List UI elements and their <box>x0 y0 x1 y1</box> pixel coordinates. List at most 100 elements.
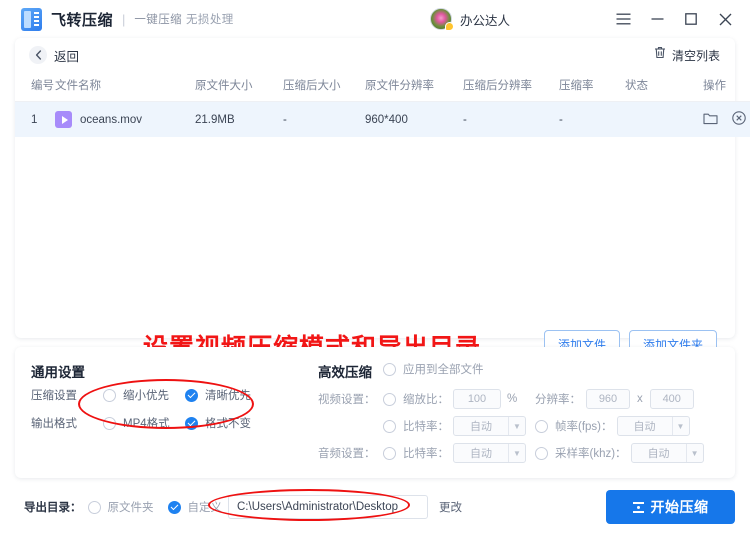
high-efficiency-title: 高效压缩 <box>318 365 372 380</box>
tagline-part-1: 一键压缩 <box>134 14 183 26</box>
option-clarity-first[interactable]: 清晰优先 <box>185 387 251 403</box>
col-filename: 文件名称 <box>55 72 195 102</box>
label-clarity-first: 清晰优先 <box>205 390 251 402</box>
minimize-icon[interactable] <box>640 0 674 38</box>
back-button[interactable]: 返回 <box>29 46 79 65</box>
table-row[interactable]: 1 oceans.mov 21.9MB - 960*400 - - <box>15 101 750 137</box>
option-scale[interactable]: 缩放比： <box>383 391 449 407</box>
general-settings-title: 通用设置 <box>31 365 85 380</box>
bottom-bar: 导出目录： 原文件夹 自定义 C:\Users\Administrator\De… <box>0 486 750 540</box>
resolution-row: 分辨率： 960 x 400 <box>535 389 694 409</box>
col-orig-size: 原文件大小 <box>195 72 283 102</box>
resolution-label: 分辨率： <box>535 394 581 406</box>
option-video-bitrate[interactable]: 比特率： <box>383 418 449 434</box>
radio-mp4[interactable] <box>103 416 116 430</box>
scale-input[interactable]: 100 <box>453 389 501 409</box>
close-icon[interactable] <box>708 0 742 38</box>
radio-framerate[interactable] <box>535 419 548 433</box>
chevron-down-icon: ▼ <box>508 417 525 435</box>
audio-settings-row: 音频设置： 比特率： 自动 ▼ <box>318 443 526 463</box>
remove-circle-icon[interactable] <box>732 111 746 128</box>
table-header-row: 编号 文件名称 原文件大小 压缩后大小 原文件分辨率 压缩后分辨率 压缩率 状态… <box>15 72 750 102</box>
option-samplerate[interactable]: 采样率(khz)： <box>535 445 627 461</box>
apply-all-option[interactable]: 应用到全部文件 <box>383 361 484 377</box>
cell-actions <box>703 101 750 137</box>
label-audio-bitrate: 比特率： <box>403 448 449 460</box>
option-mp4[interactable]: MP4格式 <box>103 415 185 431</box>
apply-all-row: 应用到全部文件 <box>383 361 484 377</box>
framerate-row: 帧率(fps)： 自动 ▼ <box>535 416 690 436</box>
radio-shrink-first[interactable] <box>103 388 116 402</box>
option-source-folder[interactable]: 原文件夹 <box>87 499 154 515</box>
user-area[interactable]: 办公达人 <box>430 0 510 38</box>
maximize-icon[interactable] <box>674 0 708 38</box>
label-shrink-first: 缩小优先 <box>123 390 169 402</box>
change-path-button[interactable]: 更改 <box>439 499 462 515</box>
option-custom-folder[interactable]: 自定义 <box>167 499 223 515</box>
label-mp4: MP4格式 <box>123 418 170 430</box>
cell-ratio: - <box>559 101 625 137</box>
video-file-icon <box>55 111 72 128</box>
audio-bitrate-select[interactable]: 自动 ▼ <box>453 443 526 463</box>
radio-video-bitrate[interactable] <box>383 419 396 433</box>
clear-list-button[interactable]: 清空列表 <box>654 46 720 64</box>
file-name-label: oceans.mov <box>80 113 143 126</box>
settings-card: 通用设置 高效压缩 应用到全部文件 压缩设置 缩小优先 清晰优先 输出格式 MP… <box>15 347 735 478</box>
col-comp-size: 压缩后大小 <box>283 72 365 102</box>
cell-filename: oceans.mov <box>55 101 195 137</box>
app-logo-icon <box>21 7 42 31</box>
framerate-select[interactable]: 自动 ▼ <box>616 416 690 436</box>
scale-unit: % <box>507 393 518 405</box>
label-scale: 缩放比： <box>403 394 449 406</box>
radio-apply-all[interactable] <box>383 362 396 376</box>
label-video-bitrate: 比特率： <box>403 421 449 433</box>
video-settings-label: 视频设置： <box>318 394 376 406</box>
resolution-separator: x <box>637 393 643 405</box>
resolution-width-input[interactable]: 960 <box>586 389 630 409</box>
col-actions: 操作 <box>703 72 750 102</box>
trash-icon <box>654 46 666 64</box>
cell-no: 1 <box>15 101 55 137</box>
cell-comp-res: - <box>463 101 559 137</box>
label-custom-folder: 自定义 <box>187 502 223 514</box>
option-audio-bitrate[interactable]: 比特率： <box>383 445 449 461</box>
cell-orig-res: 960*400 <box>365 101 463 137</box>
compression-setting-row: 压缩设置 缩小优先 清晰优先 <box>31 387 251 403</box>
radio-keep-format[interactable] <box>185 416 198 430</box>
file-table: 编号 文件名称 原文件大小 压缩后大小 原文件分辨率 压缩后分辨率 压缩率 状态… <box>15 72 750 137</box>
audio-bitrate-value: 自动 <box>470 448 492 460</box>
col-no: 编号 <box>15 72 55 102</box>
option-keep-format[interactable]: 格式不变 <box>185 415 251 431</box>
brand-divider: | <box>122 11 126 27</box>
video-bitrate-select[interactable]: 自动 ▼ <box>453 416 526 436</box>
export-dir-row: 导出目录： 原文件夹 自定义 C:\Users\Administrator\De… <box>24 495 462 519</box>
video-bitrate-value: 自动 <box>470 421 492 433</box>
label-framerate: 帧率(fps)： <box>555 421 613 433</box>
radio-clarity-first[interactable] <box>185 388 198 402</box>
radio-source-folder[interactable] <box>87 500 101 514</box>
resolution-height-input[interactable]: 400 <box>649 389 694 409</box>
col-comp-res: 压缩后分辨率 <box>463 72 559 102</box>
radio-scale[interactable] <box>383 392 396 406</box>
folder-icon[interactable] <box>703 112 718 128</box>
radio-audio-bitrate[interactable] <box>383 446 396 460</box>
compress-icon <box>632 501 644 513</box>
video-bitrate-row: 比特率： 自动 ▼ <box>383 416 526 436</box>
start-compress-button[interactable]: 开始压缩 <box>606 490 735 524</box>
radio-samplerate[interactable] <box>535 446 548 460</box>
chevron-down-icon: ▼ <box>671 417 689 435</box>
avatar[interactable] <box>430 8 454 31</box>
output-format-label: 输出格式 <box>31 418 77 430</box>
apply-all-label: 应用到全部文件 <box>403 364 484 376</box>
label-keep-format: 格式不变 <box>205 418 251 430</box>
export-path-input[interactable]: C:\Users\Administrator\Desktop <box>228 495 428 519</box>
app-window: 飞转压缩 | 一键压缩 无损处理 办公达人 返回 清空列表 编号 文件名称 原文… <box>0 0 750 540</box>
brand: 飞转压缩 | 一键压缩 无损处理 <box>21 7 234 31</box>
samplerate-select[interactable]: 自动 ▼ <box>630 443 704 463</box>
option-framerate[interactable]: 帧率(fps)： <box>535 418 613 434</box>
chevron-left-icon <box>29 46 47 64</box>
menu-icon[interactable] <box>606 0 640 38</box>
chevron-down-icon: ▼ <box>508 444 525 462</box>
option-shrink-first[interactable]: 缩小优先 <box>103 387 185 403</box>
radio-custom-folder[interactable] <box>167 500 181 514</box>
